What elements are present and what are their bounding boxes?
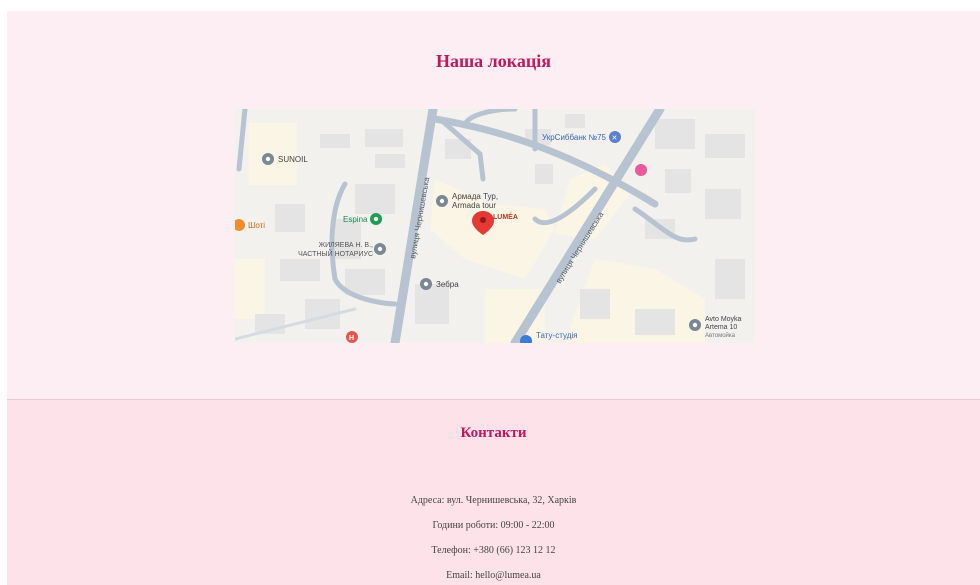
place-pink-marker[interactable] [635,164,647,176]
contact-phone: Телефон: +380 (66) 123 12 12 [431,545,556,556]
location-section: Наша локація вулиця Чернишевська вулиця … [7,11,980,399]
svg-text:Шоті: Шоті [248,221,265,230]
svg-text:Автомойка: Автомойка [705,332,736,339]
svg-text:УкрСиббанк №75: УкрСиббанк №75 [542,133,607,142]
svg-text:Армада Тур,: Армада Тур, [452,192,498,201]
svg-text:✕: ✕ [612,135,618,142]
location-title: Наша локація [435,51,551,71]
place-shoti[interactable]: Шоті [235,219,265,231]
map-canvas[interactable]: вулиця Чернишевська вулиця Чернишевська … [235,109,755,343]
svg-text:SUNOIL: SUNOIL [278,155,308,164]
svg-text:H: H [349,335,354,342]
svg-text:ЖИЛЯЕВА Н. В.,: ЖИЛЯЕВА Н. В., [319,242,373,249]
svg-text:Armada tour: Armada tour [452,201,496,210]
page: Наша локація вулиця Чернишевська вулиця … [7,11,980,585]
contact-address: Адреса: вул. Чернишевська, 32, Харків [410,495,577,506]
place-espina[interactable]: Espina [343,213,382,225]
svg-text:Avto Moyka: Avto Moyka [705,316,742,323]
svg-text:Зебра: Зебра [436,280,459,289]
svg-text:ЧАСТНЫЙ НОТАРИУС: ЧАСТНЫЙ НОТАРИУС [298,249,373,258]
svg-text:Artema 10: Artema 10 [705,324,737,331]
place-hospital[interactable]: H [346,331,358,343]
place-sunoil[interactable]: SUNOIL [262,153,308,165]
place-zebra[interactable]: Зебра [420,278,459,290]
svg-text:LUMÉA: LUMÉA [493,212,518,221]
svg-text:Espina: Espina [343,215,368,224]
map-embed[interactable]: вулиця Чернишевська вулиця Чернишевська … [235,109,755,343]
contact-email[interactable]: Email: hello@lumea.ua [7,570,980,581]
contact-hours: Години роботи: 09:00 - 22:00 [432,520,555,531]
contacts-section: Контакти Адреса: вул. Чернишевська, 32, … [7,400,980,585]
contacts-title: Контакти [460,425,527,441]
shop-icon [635,164,647,176]
svg-text:Тату-студія: Тату-студія [536,331,577,340]
